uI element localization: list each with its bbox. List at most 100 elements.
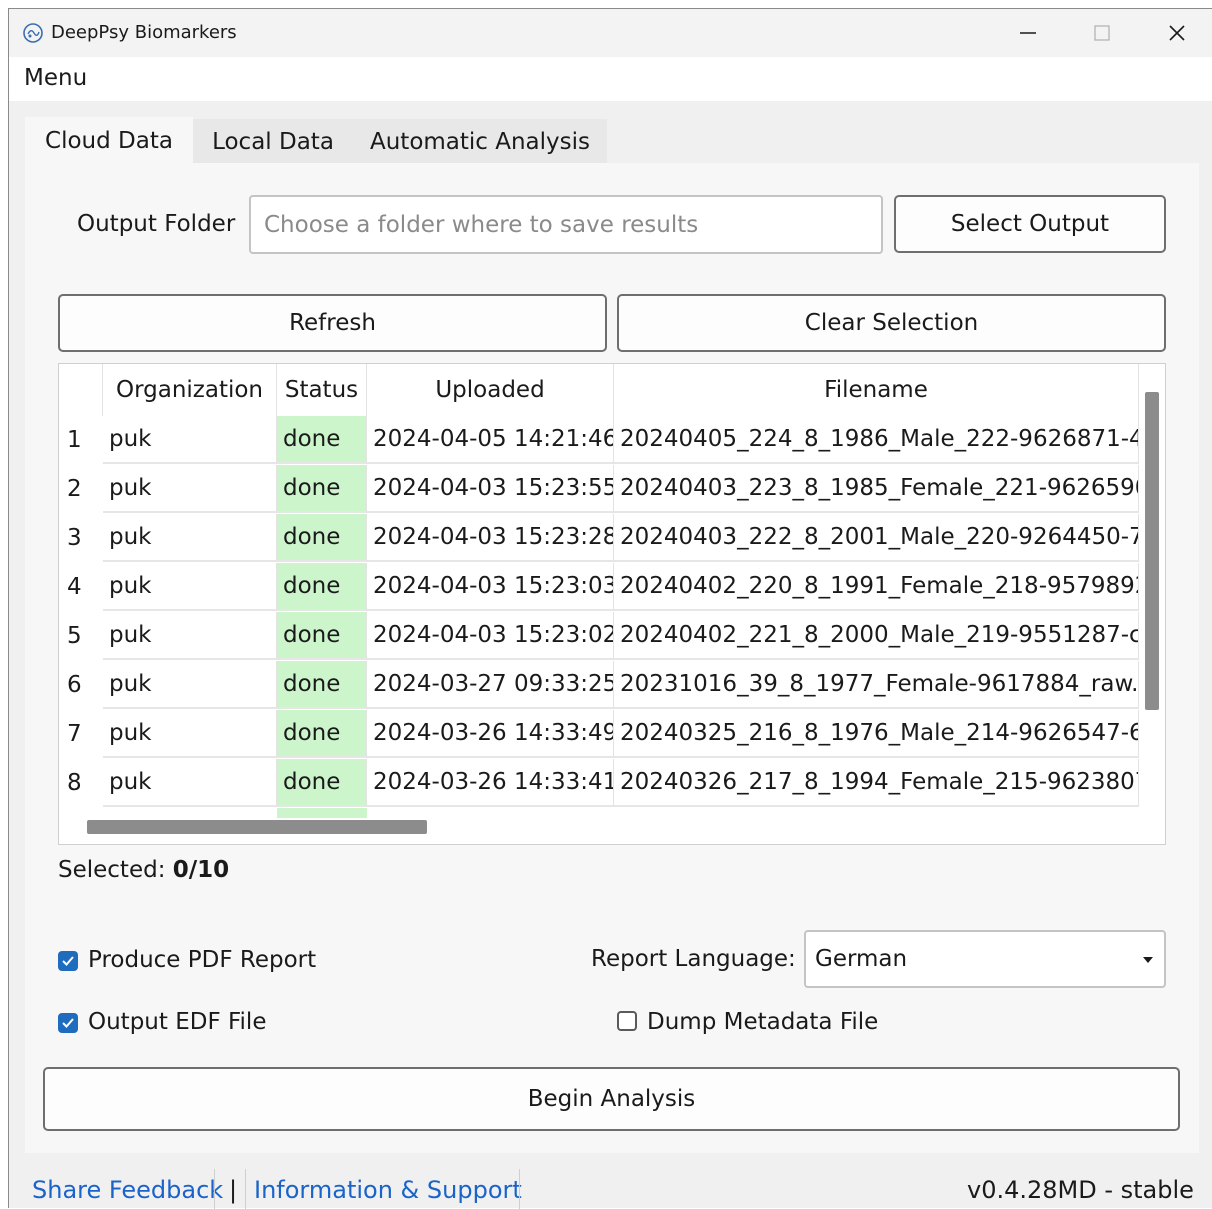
menu-item-menu[interactable]: Menu — [24, 65, 87, 91]
table-row[interactable]: 6 puk done 2024-03-27 09:33:25 20231016_39_8… — [59, 661, 1139, 710]
uploaded-cell: 2024-03-26 14:33:49 — [367, 710, 614, 758]
table-row[interactable]: 8 puk done 2024-03-26 14:33:41 20240326_217_… — [59, 759, 1139, 808]
table-row-partial — [59, 808, 1139, 818]
clear-selection-button[interactable]: Clear Selection — [617, 294, 1166, 352]
title-bar: DeepPsy Biomarkers — [9, 9, 1212, 57]
row-number: 1 — [67, 427, 82, 453]
selected-value: 0/10 — [172, 857, 230, 883]
table-row[interactable]: 5 puk done 2024-04-03 15:23:02 20240402_221_… — [59, 612, 1139, 661]
horizontal-scrollbar[interactable] — [87, 820, 427, 834]
refresh-label: Refresh — [289, 310, 376, 336]
footer-separator: | — [229, 1176, 238, 1204]
checkbox-checked-icon — [58, 1013, 78, 1033]
status-cell: done — [277, 563, 367, 611]
row-number: 4 — [67, 574, 82, 600]
status-cell: done — [277, 661, 367, 709]
filename-cell: 20240402_220_8_1991_Female_218-9579892- — [614, 563, 1139, 611]
filename-cell: 20240403_222_8_2001_Male_220-9264450-7 — [614, 514, 1139, 562]
checkbox-unchecked-icon — [617, 1011, 637, 1031]
uploaded-cell: 2024-04-03 15:23:55 — [367, 465, 614, 513]
selection-counter: Selected: 0/10 — [58, 857, 229, 883]
vertical-scrollbar[interactable] — [1145, 392, 1159, 710]
row-number: 8 — [67, 770, 82, 796]
selected-label: Selected: — [58, 857, 166, 883]
dump-metadata-label: Dump Metadata File — [647, 1009, 879, 1035]
footer-divider — [519, 1169, 520, 1209]
organization-cell: puk — [103, 514, 277, 562]
row-number: 2 — [67, 476, 82, 502]
table-row[interactable]: 4 puk done 2024-04-03 15:23:03 20240402_220_… — [59, 563, 1139, 612]
output-folder-label: Output Folder — [77, 211, 236, 237]
table-row[interactable]: 2 puk done 2024-04-03 15:23:55 20240403_223_… — [59, 465, 1139, 514]
chevron-down-icon — [1143, 957, 1153, 963]
output-folder-placeholder: Choose a folder where to save results — [264, 211, 699, 238]
status-cell: done — [277, 416, 367, 464]
window-title: DeepPsy Biomarkers — [51, 22, 237, 43]
row-number: 5 — [67, 623, 82, 649]
share-feedback-link[interactable]: Share Feedback — [32, 1176, 223, 1204]
organization-cell: puk — [103, 416, 277, 464]
status-cell: done — [277, 759, 367, 807]
table-row[interactable]: 7 puk done 2024-03-26 14:33:49 20240325_216_… — [59, 710, 1139, 759]
app-window: DeepPsy Biomarkers Menu Cloud Data Local… — [8, 8, 1212, 1209]
filename-cell: 20240326_217_8_1994_Female_215-9623807- — [614, 759, 1139, 807]
organization-cell: puk — [103, 759, 277, 807]
status-cell: done — [277, 465, 367, 513]
organization-cell: puk — [103, 612, 277, 660]
table-header-rownum — [59, 364, 103, 416]
minimize-button[interactable] — [993, 9, 1063, 57]
footer-divider — [245, 1169, 246, 1209]
uploaded-cell: 2024-03-27 09:33:25 — [367, 661, 614, 709]
tab-cloud-data[interactable]: Cloud Data — [25, 117, 193, 164]
organization-cell: puk — [103, 465, 277, 513]
report-language-value: German — [815, 946, 908, 972]
report-language-label: Report Language: — [591, 946, 796, 972]
table-row[interactable]: 3 puk done 2024-04-03 15:23:28 20240403_222_… — [59, 514, 1139, 563]
close-icon — [1169, 25, 1185, 41]
output-folder-input[interactable]: Choose a folder where to save results — [249, 195, 883, 254]
status-cell: done — [277, 612, 367, 660]
report-language-select[interactable]: German — [804, 930, 1166, 988]
information-support-link[interactable]: Information & Support — [254, 1176, 522, 1204]
uploaded-cell: 2024-04-03 15:23:03 — [367, 563, 614, 611]
menu-bar: Menu — [9, 57, 1212, 101]
tab-automatic-analysis[interactable]: Automatic Analysis — [353, 119, 607, 164]
close-button[interactable] — [1142, 9, 1212, 57]
table-header-status[interactable]: Status — [277, 364, 367, 416]
select-output-label: Select Output — [950, 211, 1110, 237]
tab-local-data[interactable]: Local Data — [193, 119, 353, 164]
sort-descending-icon: ˅ — [483, 363, 491, 375]
table-header-organization[interactable]: Organization — [103, 364, 277, 416]
checkbox-checked-icon — [58, 951, 78, 971]
maximize-icon — [1094, 25, 1110, 41]
filename-cell: 20240325_216_8_1976_Male_214-9626547-6 — [614, 710, 1139, 758]
filename-cell: 20240405_224_8_1986_Male_222-9626871-4 — [614, 416, 1139, 464]
uploaded-cell: 2024-03-26 14:33:41 — [367, 759, 614, 807]
files-table[interactable]: Organization Status Uploaded ˅ Filename … — [58, 363, 1166, 845]
minimize-icon — [1020, 32, 1036, 34]
tab-label: Automatic Analysis — [369, 128, 591, 155]
produce-pdf-label: Produce PDF Report — [88, 947, 317, 973]
row-number: 7 — [67, 721, 82, 747]
organization-cell: puk — [103, 710, 277, 758]
select-output-button[interactable]: Select Output — [894, 195, 1166, 253]
row-number: 6 — [67, 672, 82, 698]
table-header-filename[interactable]: Filename — [614, 364, 1139, 416]
filename-cell: 20231016_39_8_1977_Female-9617884_raw.fi — [614, 661, 1139, 709]
refresh-button[interactable]: Refresh — [58, 294, 607, 352]
table-row[interactable]: 1 puk done 2024-04-05 14:21:46 20240405_224_… — [59, 416, 1139, 465]
begin-analysis-button[interactable]: Begin Analysis — [43, 1067, 1180, 1131]
uploaded-cell: 2024-04-03 15:23:28 — [367, 514, 614, 562]
app-logo-icon — [23, 23, 43, 43]
organization-cell: puk — [103, 661, 277, 709]
clear-selection-label: Clear Selection — [804, 310, 979, 336]
uploaded-cell: 2024-04-03 15:23:02 — [367, 612, 614, 660]
status-cell: done — [277, 710, 367, 758]
organization-cell: puk — [103, 563, 277, 611]
tab-label: Cloud Data — [45, 127, 173, 154]
tab-label: Local Data — [212, 128, 334, 155]
version-label: v0.4.28MD - stable — [967, 1176, 1194, 1204]
maximize-button[interactable] — [1067, 9, 1137, 57]
footer-divider — [214, 1169, 215, 1209]
uploaded-cell: 2024-04-05 14:21:46 — [367, 416, 614, 464]
